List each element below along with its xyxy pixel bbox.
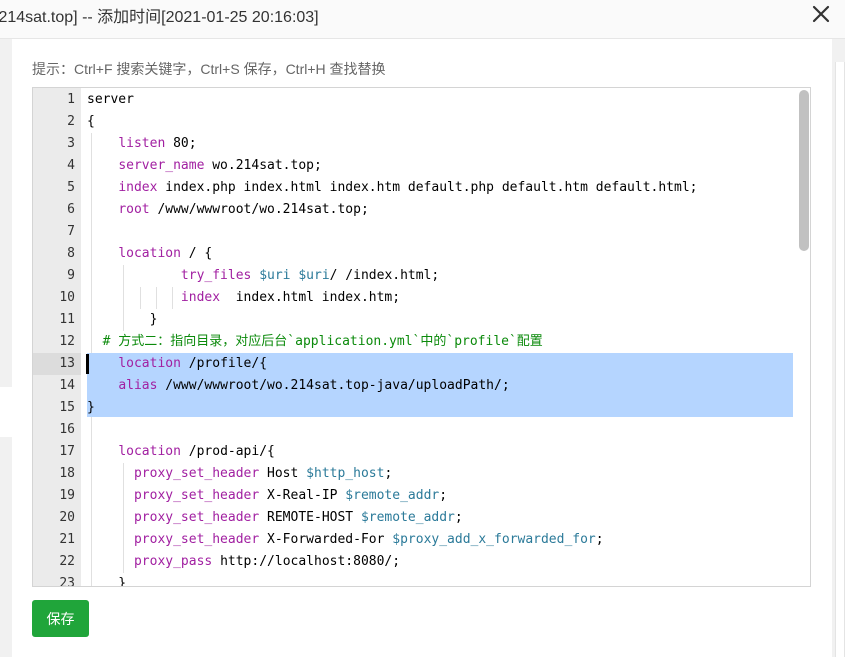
code-line[interactable]: proxy_set_header Host $http_host; [87,463,392,485]
line-number: 12 [59,334,75,349]
line-number: 5 [67,180,75,195]
code-line[interactable]: { [87,111,95,133]
code-line[interactable]: } [87,309,158,331]
line-number: 2 [67,114,75,129]
code-line[interactable]: try_files $uri $uri/ /index.html; [87,265,439,287]
line-number: 10 [59,290,75,305]
code-line[interactable]: proxy_set_header REMOTE-HOST $remote_add… [87,507,463,529]
code-line[interactable]: } [87,397,95,419]
close-icon[interactable] [811,4,831,24]
editor-hint: 提示：Ctrl+F 搜索关键字，Ctrl+S 保存，Ctrl+H 查找替换 [32,61,386,77]
text-cursor [86,354,89,374]
line-number: 15 [59,400,75,415]
code-line[interactable]: proxy_pass http://localhost:8080/; [87,551,400,573]
line-number: 22 [59,554,75,569]
line-number: 6 [67,202,75,217]
code-line[interactable]: alias /www/wwwroot/wo.214sat.top-java/up… [87,375,509,397]
save-button[interactable]: 保存 [32,600,89,637]
code-editor[interactable]: 1 2 3 4 5 6 7 8 9 10 11 12 13 14 15 16 17 18 19 20 21 22 23 se… [32,87,811,587]
page-scrollbar-thumb[interactable] [835,62,845,657]
line-number: 19 [59,488,75,503]
code-line[interactable]: location / { [87,243,212,265]
background-panel [0,437,12,657]
code-line[interactable]: # 方式二：指向目录，对应后台`application.yml`中的`profi… [87,331,543,353]
background-panel [0,39,12,387]
line-number: 18 [59,466,75,481]
line-number: 7 [67,224,75,239]
line-number: 14 [59,378,75,393]
line-number: 4 [67,158,75,173]
code-line[interactable]: proxy_set_header X-Real-IP $remote_addr; [87,485,447,507]
code-line[interactable]: proxy_set_header X-Forwarded-For $proxy_… [87,529,604,551]
dialog-title: .214sat.top] -- 添加时间[2021-01-25 20:16:03… [0,9,319,26]
background-panel [0,387,12,437]
editor-scrollbar[interactable] [798,88,810,586]
code-line[interactable]: server [87,89,134,111]
line-number: 13 [33,353,81,375]
line-number: 20 [59,510,75,525]
line-number: 21 [59,532,75,547]
dialog-titlebar: .214sat.top] -- 添加时间[2021-01-25 20:16:03… [0,0,845,39]
line-number: 17 [59,444,75,459]
editor-scrollbar-thumb[interactable] [799,90,809,251]
code-area[interactable]: server{ listen 80; server_name wo.214sat… [81,88,810,586]
line-number: 16 [59,422,75,437]
code-line[interactable]: index index.php index.html index.htm def… [87,177,697,199]
code-line[interactable]: index index.html index.htm; [87,287,400,309]
code-line[interactable]: listen 80; [87,133,196,155]
code-line[interactable]: location /prod-api/{ [87,441,275,463]
line-number: 3 [67,136,75,151]
code-line[interactable]: } [87,573,126,586]
line-number: 11 [59,312,75,327]
code-line[interactable]: server_name wo.214sat.top; [87,155,322,177]
code-line[interactable]: root /www/wwwroot/wo.214sat.top; [87,199,368,221]
code-line[interactable]: location /profile/{ [87,353,267,375]
line-number: 9 [67,268,75,283]
line-number: 1 [67,92,75,107]
line-number: 23 [59,576,75,587]
line-number-gutter: 1 2 3 4 5 6 7 8 9 10 11 12 13 14 15 16 17 18 19 20 21 22 23 [33,88,81,586]
line-number: 8 [67,246,75,261]
